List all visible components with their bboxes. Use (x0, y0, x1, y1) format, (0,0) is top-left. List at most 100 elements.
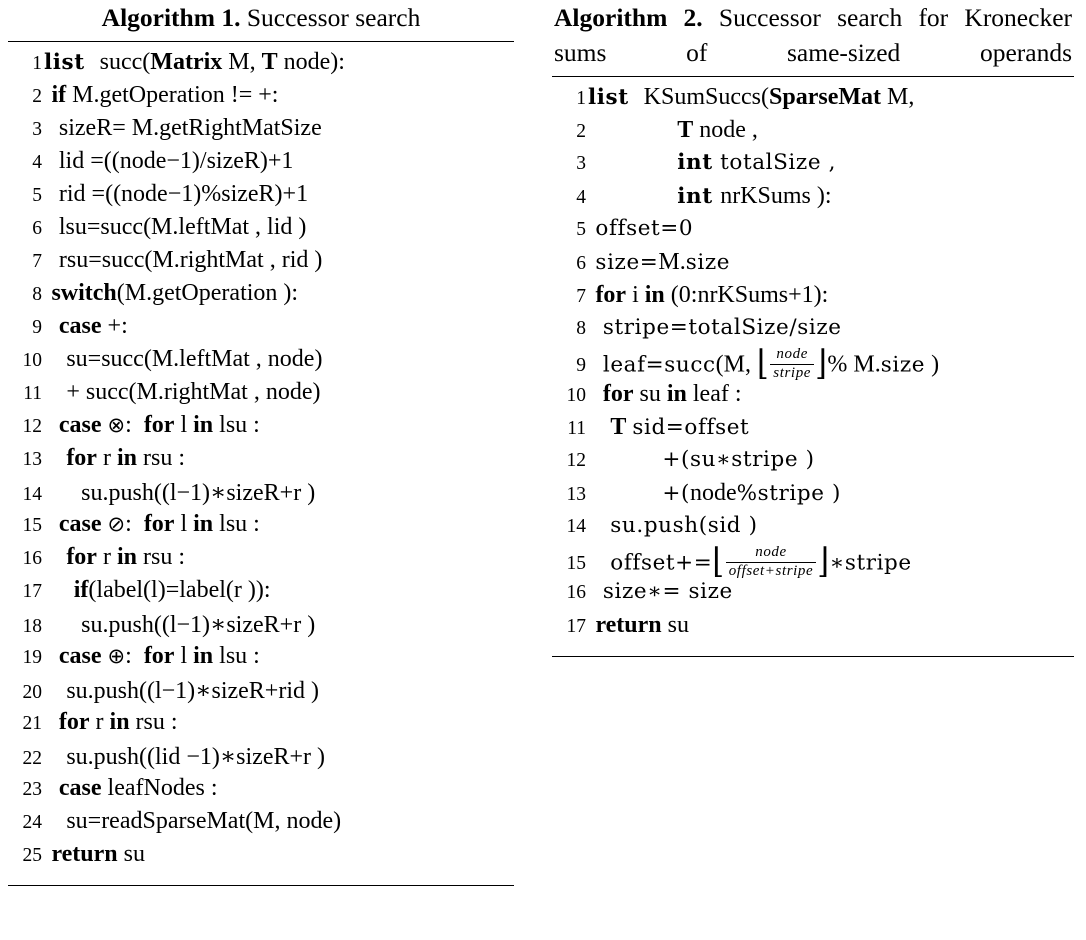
code-line: 12 case ⊗: for l in lsu : (8, 412, 514, 445)
line-number: 2 (32, 86, 42, 107)
line-number: 15 (22, 515, 43, 536)
code-line: 11 + succ(M.rightMat , node) (8, 379, 514, 412)
line-source: case ⊗: for l in lsu : (58, 412, 260, 438)
fraction-denominator: stripe (773, 364, 812, 381)
line-source: T node , (677, 117, 758, 143)
code-line: 9 leaf=succ(M, ⌊ node stripe ⌋% M.size ) (552, 343, 1074, 384)
code-line: 3 sizeR= M.getRightMatSize (8, 115, 514, 148)
line-source: offset=0 (588, 216, 694, 241)
code-line: 14 su.push(sid ) (552, 513, 1074, 546)
line-source: leaf=succ(M, ⌊ node stripe ⌋% M.size ) (588, 343, 940, 384)
line-source: rid =((node−1)%sizeR)+1 (58, 181, 309, 207)
line-number: 4 (32, 152, 42, 173)
floor-fraction-node-stripe: ⌊ node stripe ⌋ (756, 343, 827, 384)
code-line: 17 if(label(l)=label(r )): (8, 577, 514, 610)
code-line: 11 T sid=offset (552, 414, 1074, 447)
line-number: 10 (22, 350, 43, 371)
line-source: return su (595, 612, 689, 638)
line-number: 22 (22, 748, 43, 769)
line-source: list succ(Matrix M, T node): (44, 49, 345, 75)
code-line: 12 +(su∗stripe ) (552, 447, 1074, 480)
line-source: for r in rsu : (66, 544, 185, 570)
code-line: 5 offset=0 (552, 216, 1074, 249)
line-number: 13 (566, 484, 587, 505)
code-line: 19 case ⊕: for l in lsu : (8, 643, 514, 676)
code-line: 4 int nrKSums ): (552, 183, 1074, 216)
code-line: 2 T node , (552, 117, 1074, 150)
line-number: 9 (576, 355, 586, 377)
line-number: 20 (22, 682, 43, 703)
code-line: 23 case leafNodes : (8, 775, 514, 808)
code-line: 15 offset+= ⌊ node offset+stripe ⌋ ∗stripe (552, 541, 1074, 582)
line-source: switch(M.getOperation ): (51, 280, 299, 306)
line-source: int nrKSums ): (677, 183, 832, 209)
code-line: 22 su.push((lid −1)∗sizeR+r ) (8, 742, 514, 775)
line-source: rsu=succ(M.rightMat , rid ) (58, 247, 323, 273)
code-line: 15 case ⊘: for l in lsu : (8, 511, 514, 544)
code-line: 13 +(node%stripe ) (552, 480, 1074, 513)
line-source: case +: (58, 313, 128, 339)
line-number: 1 (32, 53, 42, 74)
line-number: 5 (576, 219, 586, 240)
line-number: 7 (32, 251, 42, 272)
code-line: 5 rid =((node−1)%sizeR)+1 (8, 181, 514, 214)
line-number: 4 (576, 187, 586, 208)
line-source: return su (51, 841, 145, 867)
code-line: 10 su=succ(M.leftMat , node) (8, 346, 514, 379)
line-source: su.push((l−1)∗sizeR+r ) (81, 612, 316, 638)
floor-fraction-node-offset-stripe: ⌊ node offset+stripe ⌋ (712, 541, 830, 582)
line-source: +(node%stripe ) (588, 480, 841, 506)
line-source: case ⊘: for l in lsu : (58, 511, 260, 537)
line-source: sizeR= M.getRightMatSize (58, 115, 322, 141)
line-source: su.push((lid −1)∗sizeR+r ) (66, 744, 325, 770)
floor-right-bracket-icon: ⌋ (817, 541, 830, 582)
code-line: 3 int totalSize , (552, 150, 1074, 183)
line-number: 11 (23, 383, 42, 404)
line-number: 19 (22, 647, 43, 668)
code-line: 18 su.push((l−1)∗sizeR+r ) (8, 610, 514, 643)
line-number: 17 (566, 616, 587, 637)
line-source: case ⊕: for l in lsu : (58, 643, 260, 669)
algorithm-1-caption-title: Successor search (246, 3, 421, 32)
line-source: size=M.size (588, 249, 731, 275)
line-source: su=succ(M.leftMat , node) (66, 346, 323, 372)
floor-left-bracket-icon: ⌊ (756, 343, 770, 384)
line-source: T sid=offset (610, 414, 750, 440)
line-source: lid =((node−1)/sizeR)+1 (58, 148, 294, 174)
oslash-icon: ⊘ (107, 512, 126, 536)
line-source: + succ(M.rightMat , node) (66, 379, 321, 405)
fraction-numerator: node (755, 544, 787, 560)
algorithm-1-block: Algorithm 1. Successor search 1 list suc… (8, 0, 514, 886)
code-line: 4 lid =((node−1)/sizeR)+1 (8, 148, 514, 181)
line-number: 12 (566, 450, 587, 471)
code-line: 1 list succ(Matrix M, T node): (8, 49, 514, 82)
line-number: 14 (566, 516, 587, 537)
oplus-icon: ⊕ (107, 644, 126, 668)
otimes-icon: ⊗ (107, 413, 126, 437)
line-number: 2 (576, 121, 586, 142)
code-line: 7 rsu=succ(M.rightMat , rid ) (8, 247, 514, 280)
fraction-denominator: offset+stripe (728, 562, 814, 579)
line-source: su.push(sid ) (588, 513, 758, 538)
code-line: 9 case +: (8, 313, 514, 346)
code-line: 24 su=readSparseMat(M, node) (8, 808, 514, 841)
line-number: 10 (566, 385, 587, 406)
line-number: 6 (576, 253, 586, 274)
line-source: for r in rsu : (66, 445, 185, 471)
line-source: size∗= size (588, 579, 733, 604)
code-line: 21 for r in rsu : (8, 709, 514, 742)
fraction: node offset+stripe (725, 544, 818, 580)
line-source: stripe=totalSize/size (588, 315, 842, 340)
code-line: 20 su.push((l−1)∗sizeR+rid ) (8, 676, 514, 709)
line-source: +(su∗stripe ) (588, 447, 815, 472)
floor-left-bracket-icon: ⌊ (712, 541, 725, 582)
line-number: 24 (22, 812, 43, 833)
line-number: 3 (576, 153, 586, 174)
line-number: 8 (32, 284, 42, 305)
line-number: 21 (22, 713, 43, 734)
line-source: offset+= ⌊ node offset+stripe ⌋ ∗stripe (588, 541, 912, 582)
algorithm-2-caption-label: Algorithm 2. (554, 3, 703, 32)
line-source: for i in (0:nrKSums+1): (595, 282, 829, 308)
line-source: for su in leaf : (602, 381, 742, 407)
algorithm-1-caption: Algorithm 1. Successor search (8, 0, 514, 35)
